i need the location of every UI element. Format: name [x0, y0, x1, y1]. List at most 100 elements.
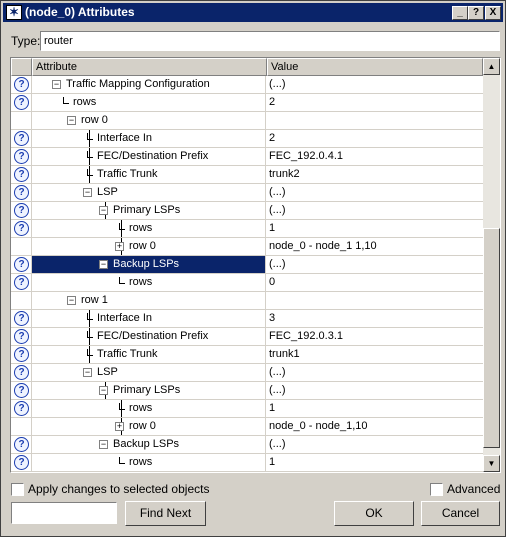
help-icon[interactable]: ? [14, 401, 29, 416]
value-column-header[interactable]: Value [267, 58, 483, 76]
attribute-row[interactable]: ? FEC/Destination Prefix FEC_192.0.4.1 [11, 148, 483, 166]
attribute-cell[interactable]: Traffic Trunk [32, 166, 266, 183]
attribute-cell[interactable]: rows [32, 274, 266, 291]
attribute-row[interactable]: ? rows 1 [11, 220, 483, 238]
attribute-row[interactable]: ? − Traffic Mapping Configuration (...) [11, 76, 483, 94]
attribute-cell[interactable]: Interface In [32, 130, 266, 147]
attribute-cell[interactable]: − LSP [32, 184, 266, 201]
value-cell[interactable]: (...) [267, 76, 481, 93]
collapse-icon[interactable]: − [99, 440, 108, 449]
help-icon[interactable]: ? [14, 437, 29, 452]
attribute-row[interactable]: ? − LSP (...) [11, 364, 483, 382]
find-input[interactable] [11, 502, 117, 524]
value-cell[interactable]: trunk1 [267, 346, 481, 363]
attribute-cell[interactable]: FEC/Destination Prefix [32, 148, 266, 165]
attribute-row[interactable]: ? rows 0 [11, 274, 483, 292]
attribute-row[interactable]: ? − LSP (...) [11, 184, 483, 202]
value-cell[interactable]: (...) [267, 382, 481, 399]
collapse-icon[interactable]: − [99, 260, 108, 269]
attribute-row[interactable]: ? Interface In 3 [11, 310, 483, 328]
collapse-icon[interactable]: − [83, 188, 92, 197]
type-field[interactable] [40, 31, 500, 51]
value-cell[interactable]: (...) [267, 202, 481, 219]
help-icon[interactable]: ? [14, 311, 29, 326]
help-icon[interactable]: ? [14, 167, 29, 182]
value-cell[interactable]: node_0 - node_1 1,10 [267, 238, 481, 255]
help-button[interactable]: ? [468, 6, 484, 20]
attribute-cell[interactable]: + row 0 [32, 238, 266, 255]
find-next-button[interactable]: Find Next [125, 501, 206, 526]
attribute-cell[interactable]: rows [32, 220, 266, 237]
close-button[interactable]: X [485, 6, 501, 20]
help-icon[interactable]: ? [14, 275, 29, 290]
attribute-row[interactable]: ? − Primary LSPs (...) [11, 382, 483, 400]
attribute-cell[interactable]: − Primary LSPs [32, 202, 266, 219]
help-icon[interactable]: ? [14, 203, 29, 218]
attribute-row[interactable]: + row 0 node_0 - node_1,10 [11, 418, 483, 436]
value-cell[interactable]: (...) [267, 256, 481, 273]
help-icon[interactable]: ? [14, 77, 29, 92]
value-cell[interactable]: (...) [267, 184, 481, 201]
help-icon[interactable]: ? [14, 185, 29, 200]
help-icon[interactable]: ? [14, 257, 29, 272]
attribute-row[interactable]: ? FEC/Destination Prefix FEC_192.0.3.1 [11, 328, 483, 346]
value-cell[interactable]: 3 [267, 310, 481, 327]
help-icon[interactable]: ? [14, 95, 29, 110]
value-cell[interactable]: FEC_192.0.3.1 [267, 328, 481, 345]
attribute-cell[interactable]: − LSP [32, 364, 266, 381]
value-cell[interactable]: 2 [267, 130, 481, 147]
title-bar[interactable]: ✶ (node_0) Attributes _ ? X [3, 3, 503, 22]
collapse-icon[interactable]: − [99, 206, 108, 215]
attribute-row[interactable]: ? rows 2 [11, 94, 483, 112]
value-cell[interactable] [267, 292, 481, 309]
attribute-row[interactable]: ? − Backup LSPs (...) [11, 436, 483, 454]
expand-icon[interactable]: + [115, 422, 124, 431]
value-cell[interactable]: (...) [267, 364, 481, 381]
attribute-cell[interactable]: − row 1 [32, 292, 266, 309]
scroll-up-button[interactable]: ▲ [483, 58, 500, 75]
value-cell[interactable]: (...) [267, 436, 481, 453]
help-icon[interactable]: ? [14, 329, 29, 344]
value-cell[interactable]: node_0 - node_1,10 [267, 418, 481, 435]
attribute-row[interactable]: ? rows 1 [11, 400, 483, 418]
attribute-row[interactable]: − row 1 [11, 292, 483, 310]
value-cell[interactable]: 1 [267, 220, 481, 237]
vertical-scrollbar[interactable]: ▲ ▼ [483, 58, 500, 472]
value-cell[interactable] [267, 112, 481, 129]
attribute-cell[interactable]: Traffic Trunk [32, 346, 266, 363]
attribute-row[interactable]: ? Interface In 2 [11, 130, 483, 148]
apply-changes-checkbox[interactable] [11, 483, 24, 496]
attribute-row[interactable]: ? Traffic Trunk trunk1 [11, 346, 483, 364]
collapse-icon[interactable]: − [83, 368, 92, 377]
collapse-icon[interactable]: − [52, 80, 61, 89]
help-icon[interactable]: ? [14, 455, 29, 470]
help-icon[interactable]: ? [14, 383, 29, 398]
collapse-icon[interactable]: − [67, 116, 76, 125]
attribute-row[interactable]: − row 0 [11, 112, 483, 130]
attribute-cell[interactable]: − Backup LSPs [32, 436, 266, 453]
collapse-icon[interactable]: − [67, 296, 76, 305]
scroll-thumb[interactable] [483, 228, 500, 448]
value-cell[interactable]: 2 [267, 94, 481, 111]
help-icon[interactable]: ? [14, 131, 29, 146]
attribute-cell[interactable]: rows [32, 400, 266, 417]
attribute-cell[interactable]: − Backup LSPs [32, 256, 266, 273]
attribute-column-header[interactable]: Attribute [32, 58, 267, 76]
value-cell[interactable]: trunk2 [267, 166, 481, 183]
attribute-row[interactable]: ? − Primary LSPs (...) [11, 202, 483, 220]
attribute-cell[interactable]: + row 0 [32, 418, 266, 435]
attribute-cell[interactable]: − Traffic Mapping Configuration [32, 76, 266, 93]
attribute-row[interactable]: ? Traffic Trunk trunk2 [11, 166, 483, 184]
attribute-cell[interactable]: rows [32, 454, 266, 471]
scroll-down-button[interactable]: ▼ [483, 455, 500, 472]
attribute-row[interactable]: + row 0 node_0 - node_1 1,10 [11, 238, 483, 256]
value-cell[interactable]: 1 [267, 454, 481, 471]
value-cell[interactable]: FEC_192.0.4.1 [267, 148, 481, 165]
help-icon[interactable]: ? [14, 149, 29, 164]
attribute-cell[interactable]: − row 0 [32, 112, 266, 129]
cancel-button[interactable]: Cancel [421, 501, 500, 526]
attribute-cell[interactable]: FEC/Destination Prefix [32, 328, 266, 345]
minimize-button[interactable]: _ [452, 6, 468, 20]
expand-icon[interactable]: + [115, 242, 124, 251]
value-cell[interactable]: 0 [267, 274, 481, 291]
